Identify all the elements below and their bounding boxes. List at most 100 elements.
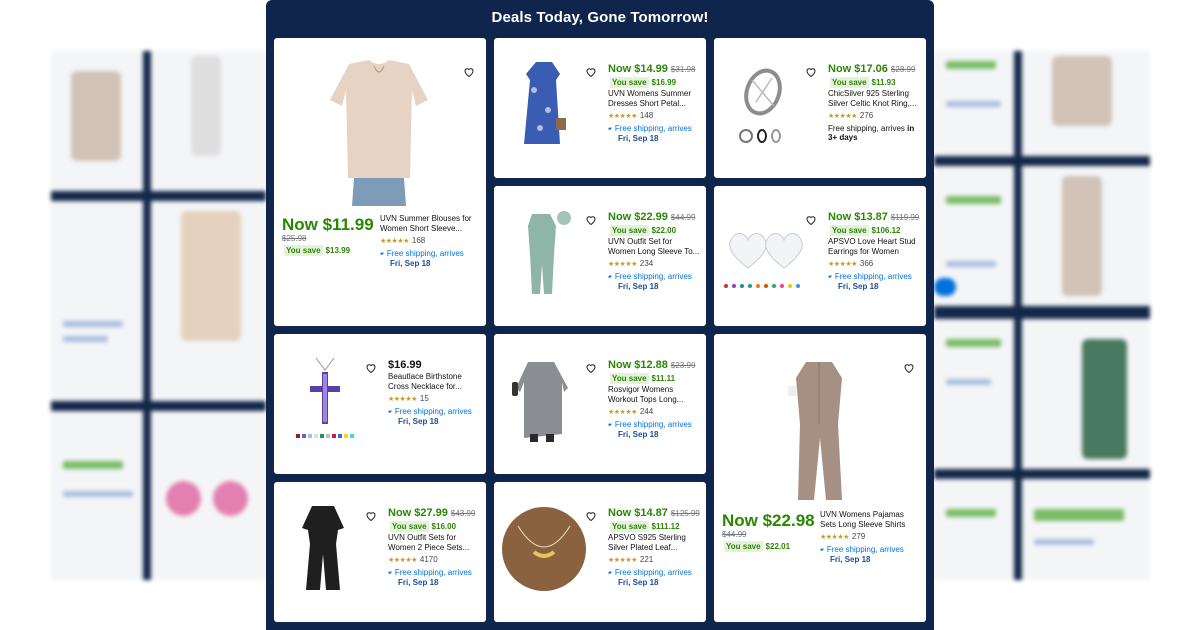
savings-badge: You save $16.00 <box>390 521 457 532</box>
product-price: $16.99 <box>388 359 422 371</box>
delivery-icon: ▰ <box>388 570 392 576</box>
delivery-icon: ▰ <box>608 570 612 576</box>
product-title[interactable]: ChicSilver 925 Sterling Silver Celtic Kn… <box>828 89 920 109</box>
star-rating-icon: ★★★★★ <box>828 113 857 120</box>
background-page-right <box>934 51 1150 580</box>
product-card[interactable]: Now $14.87 $125.99 You save $111.12 APSVO … <box>494 482 706 622</box>
product-was-price: $44.99 <box>722 530 747 539</box>
shipping-info: ▰ Free shipping, arrives Fri, Sep 18 <box>608 272 692 291</box>
shipping-info: ▰ Free shipping, arrives Fri, Sep 18 <box>608 420 692 439</box>
delivery-icon: ▰ <box>608 422 612 428</box>
product-image[interactable] <box>510 358 574 442</box>
savings-badge: You save $16.99 <box>610 77 677 88</box>
star-rating-icon: ★★★★★ <box>608 557 637 564</box>
star-rating-icon: ★★★★★ <box>388 396 417 403</box>
star-rating-icon: ★★★★★ <box>820 534 849 541</box>
heart-outline-icon[interactable] <box>584 214 598 228</box>
heart-outline-icon[interactable] <box>902 362 916 376</box>
product-price: Now $14.99 $31.98 <box>608 63 696 75</box>
shipping-info: ▰ Free shipping, arrives Fri, Sep 18 <box>608 568 692 587</box>
heart-outline-icon[interactable] <box>364 362 378 376</box>
savings-badge: You save $13.99 <box>284 245 351 256</box>
product-card[interactable]: Now $11.99 $25.98 You save $13.99 UVN Sum… <box>274 38 486 326</box>
product-rating: ★★★★★ 148 <box>608 111 654 120</box>
product-image[interactable] <box>296 358 354 440</box>
shipping-info: Free shipping, arrives in 3+ days <box>828 124 915 142</box>
product-title[interactable]: UVN Summer Blouses for Women Short Sleev… <box>380 214 478 234</box>
product-card[interactable]: Now $12.88 $23.99 You save $11.11 Rosvigor… <box>494 334 706 474</box>
product-price: Now $13.87 $119.99 <box>828 211 920 223</box>
background-page-left <box>51 51 266 580</box>
product-was-price: $25.98 <box>282 234 307 243</box>
product-image[interactable] <box>786 358 856 504</box>
product-price: Now $27.99 $43.99 <box>388 507 476 519</box>
modal-title: Deals Today, Gone Tomorrow! <box>491 9 709 26</box>
shipping-info: ▰ Free shipping, arrives Fri, Sep 18 <box>388 568 472 587</box>
product-image[interactable] <box>324 60 434 208</box>
deals-modal: Deals Today, Gone Tomorrow! Now $11.99 $… <box>266 0 934 630</box>
savings-badge: You save $111.12 <box>610 521 680 532</box>
product-title[interactable]: APSVO Love Heart Stud Earrings for Women… <box>828 237 920 257</box>
deals-modal-screen: Deals Today, Gone Tomorrow! Now $11.99 $… <box>0 0 1200 630</box>
product-title[interactable]: APSVO S925 Sterling Silver Plated Leaf..… <box>608 533 700 553</box>
shipping-info: ▰ Free shipping, arrives Fri, Sep 18 <box>380 249 464 268</box>
product-price: Now $11.99 <box>282 215 374 234</box>
delivery-icon: ▰ <box>828 274 832 280</box>
delivery-icon: ▰ <box>608 126 612 132</box>
product-rating: ★★★★★ 234 <box>608 259 654 268</box>
product-image[interactable] <box>502 506 586 592</box>
shipping-info: ▰ Free shipping, arrives Fri, Sep 18 <box>388 407 472 426</box>
product-rating: ★★★★★ 15 <box>388 394 429 403</box>
product-rating: ★★★★★ 4170 <box>388 555 438 564</box>
heart-outline-icon[interactable] <box>462 66 476 80</box>
shipping-info: ▰ Free shipping, arrives Fri, Sep 18 <box>608 124 692 143</box>
star-rating-icon: ★★★★★ <box>828 261 857 268</box>
product-title[interactable]: Rosvigor Womens Workout Tops Long... <box>608 385 700 405</box>
product-image[interactable] <box>518 60 570 146</box>
product-card[interactable]: Now $22.99 $44.99 You save $22.00 UVN Outf… <box>494 186 706 326</box>
product-image[interactable] <box>736 66 790 146</box>
savings-badge: You save $22.00 <box>610 225 677 236</box>
heart-outline-icon[interactable] <box>364 510 378 524</box>
star-rating-icon: ★★★★★ <box>608 113 637 120</box>
product-rating: ★★★★★ 168 <box>380 236 426 245</box>
shipping-info: ▰ Free shipping, arrives Fri, Sep 18 <box>820 545 904 564</box>
product-price: Now $14.87 $125.99 <box>608 507 700 519</box>
heart-outline-icon[interactable] <box>584 510 598 524</box>
product-card[interactable]: Now $13.87 $119.99 You save $106.12 APSVO … <box>714 186 926 326</box>
savings-badge: You save $22.01 <box>724 541 791 552</box>
product-title[interactable]: Beautlace Birthstone Cross Necklace for.… <box>388 372 480 392</box>
heart-outline-icon[interactable] <box>584 66 598 80</box>
product-image[interactable] <box>722 214 806 294</box>
delivery-icon: ▰ <box>380 251 384 257</box>
star-rating-icon: ★★★★★ <box>608 409 637 416</box>
heart-outline-icon[interactable] <box>804 66 818 80</box>
product-card[interactable]: Now $22.98 $44.99 You save $22.01 UVN Wom… <box>714 334 926 622</box>
product-title[interactable]: UVN Womens Pajamas Sets Long Sleeve Shir… <box>820 510 920 530</box>
product-price: Now $12.88 $23.99 <box>608 359 696 371</box>
delivery-icon: ▰ <box>820 547 824 553</box>
heart-outline-icon[interactable] <box>584 362 598 376</box>
product-title[interactable]: UVN Womens Summer Dresses Short Petal... <box>608 89 700 109</box>
shipping-info: ▰ Free shipping, arrives Fri, Sep 18 <box>828 272 912 291</box>
delivery-icon: ▰ <box>608 274 612 280</box>
heart-outline-icon[interactable] <box>804 214 818 228</box>
product-card[interactable]: Now $17.06 $28.99 You save $11.93 ChicSilv… <box>714 38 926 178</box>
product-rating: ★★★★★ 279 <box>820 532 866 541</box>
product-price: Now $22.99 $44.99 <box>608 211 696 223</box>
product-price: Now $17.06 $28.99 <box>828 63 916 75</box>
product-rating: ★★★★★ 244 <box>608 407 654 416</box>
savings-badge: You save $11.11 <box>610 373 676 384</box>
product-card[interactable]: Now $14.99 $31.98 You save $16.99 UVN Wome… <box>494 38 706 178</box>
product-card[interactable]: $16.99 Beautlace Birthstone Cross Neckla… <box>274 334 486 474</box>
star-rating-icon: ★★★★★ <box>388 557 417 564</box>
product-image[interactable] <box>300 504 346 592</box>
product-rating: ★★★★★ 366 <box>828 259 874 268</box>
product-image[interactable] <box>522 210 572 296</box>
product-card[interactable]: Now $27.99 $43.99 You save $16.00 UVN Outf… <box>274 482 486 622</box>
savings-badge: You save $106.12 <box>830 225 901 236</box>
product-title[interactable]: UVN Outfit Set for Women Long Sleeve To.… <box>608 237 700 257</box>
star-rating-icon: ★★★★★ <box>380 238 409 245</box>
product-rating: ★★★★★ 221 <box>608 555 654 564</box>
product-title[interactable]: UVN Outfit Sets for Women 2 Piece Sets..… <box>388 533 480 553</box>
